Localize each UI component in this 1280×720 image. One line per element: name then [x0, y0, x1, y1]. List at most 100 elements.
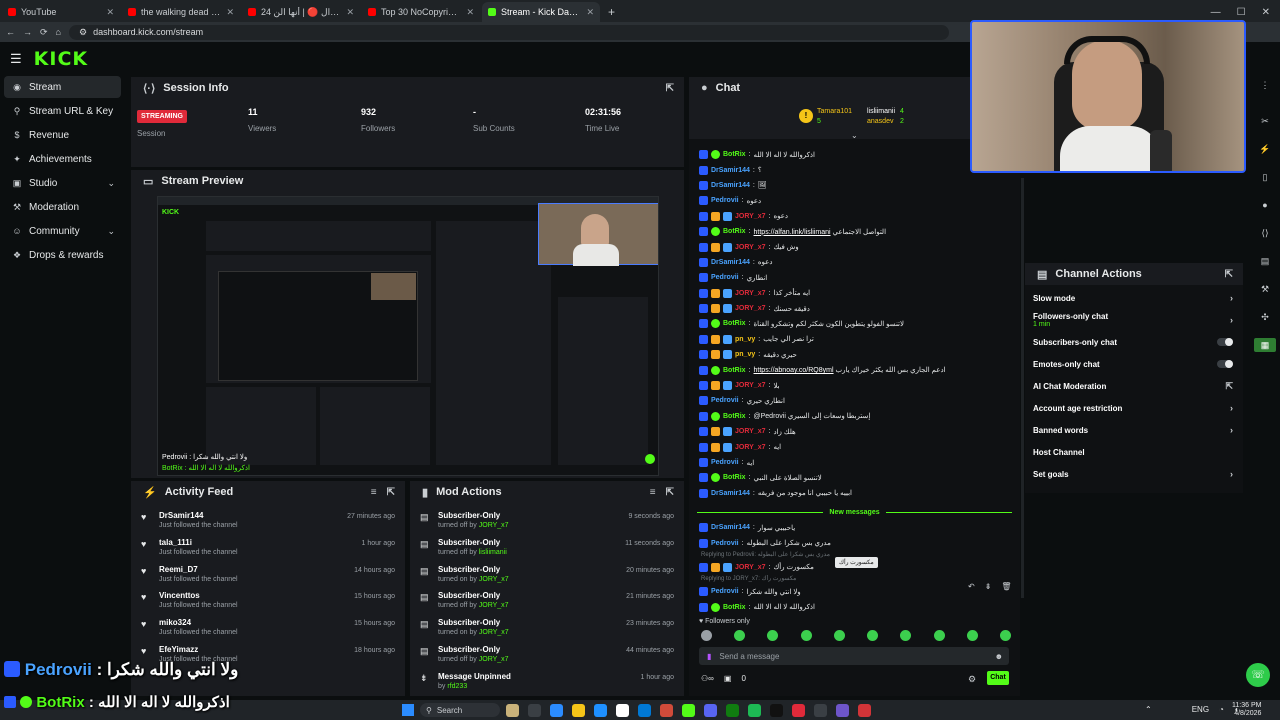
gift-icon[interactable]: ▣	[724, 674, 732, 683]
chat-message[interactable]: BotRix: لاتنسو الصلاة على النبي	[689, 470, 1020, 485]
url-field[interactable]: ⚙ dashboard.kick.com/stream	[68, 24, 949, 40]
sidebar-item[interactable]: ❖ Drops & rewards	[4, 244, 121, 266]
emote-icon[interactable]	[900, 630, 912, 641]
obs-icon[interactable]	[792, 704, 805, 717]
channel-action-item[interactable]: Emotes-only chat	[1025, 353, 1243, 375]
tray-chevron-icon[interactable]: ⌃	[1145, 705, 1152, 714]
rail-stream-icon[interactable]: ⟨⟩	[1254, 226, 1276, 240]
sidebar-item[interactable]: ✦ Achievements	[4, 148, 121, 170]
chat-message[interactable]: JORY_x7: بلا	[689, 378, 1020, 393]
chat-username[interactable]: DrSamir144	[711, 259, 750, 266]
chat-username[interactable]: JORY_x7	[735, 428, 765, 435]
toggle-switch[interactable]	[1217, 338, 1233, 346]
toggle-switch[interactable]	[1217, 360, 1233, 368]
chat-username[interactable]: pn_vy	[735, 336, 755, 343]
rail-layout-icon[interactable]: ▤	[1254, 254, 1276, 268]
browser-tab[interactable]: YouTube ✕	[2, 2, 120, 22]
kick-logo[interactable]: KICK	[34, 48, 88, 70]
chat-scrollbar[interactable]	[1021, 178, 1024, 598]
rail-tools-icon[interactable]: ⚒	[1254, 282, 1276, 296]
preview-video[interactable]: KICK Pedrovii : ولا انتي والله شكرا BotR…	[157, 196, 659, 476]
chat-username[interactable]: DrSamir144	[711, 490, 750, 497]
window-controls[interactable]: — ☐ ✕	[1211, 7, 1270, 18]
sidebar-item[interactable]: ⚒ Moderation	[4, 196, 121, 218]
chat-username[interactable]: BotRix	[723, 474, 746, 481]
chat-message[interactable]: JORY_x7: ايه	[689, 439, 1020, 454]
browser-tab[interactable]: Top 30 NoCopyrightSounds | Be ✕	[362, 2, 480, 22]
chat-message[interactable]: JORY_x7: ايه متأخر كذا	[689, 286, 1020, 301]
chat-settings-icon[interactable]: ⚙	[968, 674, 976, 685]
chat-message[interactable]: JORY_x7: هلك زاد	[689, 424, 1020, 439]
tiktok-icon[interactable]	[770, 704, 783, 717]
tab-close-icon[interactable]: ✕	[586, 7, 594, 18]
emote-icon[interactable]	[701, 630, 712, 641]
chat-message[interactable]: JORY_x7: دعوه	[689, 209, 1020, 224]
chat-username[interactable]: JORY_x7	[735, 564, 765, 571]
activity-username[interactable]: DrSamir144	[159, 511, 341, 520]
app-icon[interactable]	[836, 704, 849, 717]
rail-active-icon[interactable]: ▦	[1254, 338, 1276, 352]
close-icon[interactable]: ✕	[1262, 7, 1270, 18]
activity-username[interactable]: tala_111i	[159, 538, 356, 547]
chat-message[interactable]: Pedrovii: انطاري	[689, 270, 1020, 285]
channel-action-item[interactable]: Account age restriction ›	[1025, 397, 1243, 419]
chat-message[interactable]: DrSamir144: ياحبيبي سوار	[689, 520, 1020, 535]
chat-message[interactable]: BotRix: لاتنسو الفولو يتطوين الكون شكثر ل…	[689, 316, 1020, 331]
emote-icon[interactable]	[867, 630, 879, 641]
chat-message[interactable]: Pedrovii: ايه	[689, 455, 1020, 470]
chat-username[interactable]: BotRix	[723, 367, 746, 374]
wifi-icon[interactable]: ◔	[1219, 705, 1224, 714]
popout-icon[interactable]: ⇱	[666, 487, 674, 498]
activity-username[interactable]: Reemi_D7	[159, 565, 348, 574]
discord-icon[interactable]	[704, 704, 717, 717]
whatsapp-float-icon[interactable]: ☏	[1246, 663, 1270, 687]
app-icon[interactable]	[858, 704, 871, 717]
emote-icon[interactable]	[767, 630, 779, 641]
emoji-icon[interactable]: ☻	[995, 652, 1003, 661]
channel-action-item[interactable]: Set goals ›	[1025, 463, 1243, 485]
chat-message[interactable]: DrSamir144: 🖼	[689, 178, 1020, 193]
mod-action-user[interactable]: JORY_x7	[479, 522, 509, 529]
forward-icon[interactable]: →	[23, 27, 32, 37]
chat-username[interactable]: BotRix	[723, 228, 746, 235]
chat-message[interactable]: pn_vy: حيري دقيقه	[689, 347, 1020, 362]
pin-icon[interactable]: ⇟	[985, 582, 992, 591]
sidebar-item[interactable]: $ Revenue	[4, 124, 121, 146]
emote-icon[interactable]	[966, 630, 978, 641]
chat-message[interactable]: Pedrovii: دعوه	[689, 193, 1020, 208]
mod-action-user[interactable]: lisliimanii	[479, 549, 507, 556]
chat-link[interactable]: https://alfan.link/lisliimani	[754, 229, 831, 236]
minimize-icon[interactable]: —	[1211, 7, 1221, 18]
chat-username[interactable]: JORY_x7	[735, 290, 765, 297]
expand-leaderboard-icon[interactable]: ⌄	[851, 131, 858, 140]
chat-username[interactable]: JORY_x7	[735, 244, 765, 251]
chat-message[interactable]: BotRix: https://alfan.link/lisliimani الت…	[689, 224, 1020, 239]
browser-tab[interactable]: the walking dead s02 ep01 - 1⁄4 ✕	[122, 2, 240, 22]
site-info-icon[interactable]: ⚙	[79, 27, 87, 38]
back-icon[interactable]: ←	[6, 27, 15, 37]
chat-message[interactable]: pn_vy: ترا نصر الي جايب	[689, 332, 1020, 347]
file-explorer-icon[interactable]	[506, 704, 519, 717]
filter-icon[interactable]: ≡	[371, 487, 377, 498]
chat-username[interactable]: BotRix	[723, 413, 746, 420]
popout-icon[interactable]: ⇱	[1225, 269, 1233, 280]
app-icon[interactable]	[814, 704, 827, 717]
new-tab-button[interactable]: +	[608, 5, 615, 19]
chat-message[interactable]: BotRix: https://abnoay.co/RQ8yml ادعم الج…	[689, 362, 1020, 377]
maximize-icon[interactable]: ☐	[1237, 7, 1246, 18]
emote-icon[interactable]	[933, 630, 945, 641]
chat-username[interactable]: pn_vy	[735, 351, 755, 358]
chat-message[interactable]: Pedrovii: انطاري حيري	[689, 393, 1020, 408]
rail-chat-icon[interactable]: ●	[1254, 198, 1276, 212]
chat-message[interactable]: Pedrovii: مدري بس شكرا على البطوله	[689, 535, 1020, 550]
windows-start-icon[interactable]	[402, 704, 414, 716]
chat-message[interactable]: DrSamir144: ابييه يا حبيبي انا موجود من ف…	[689, 486, 1020, 501]
chat-username[interactable]: DrSamir144	[711, 167, 750, 174]
mic-icon[interactable]: ▮	[707, 652, 711, 661]
mod-action-user[interactable]: JORY_x7	[479, 576, 509, 583]
chat-username[interactable]: Pedrovii	[711, 197, 739, 204]
browser-tab[interactable]: 24 ساعه بدون جوال 🔴 | أنها الن ✕	[242, 2, 360, 22]
folder-icon[interactable]	[572, 704, 585, 717]
chat-username[interactable]: BotRix	[723, 151, 746, 158]
emote-icon[interactable]	[833, 630, 845, 641]
